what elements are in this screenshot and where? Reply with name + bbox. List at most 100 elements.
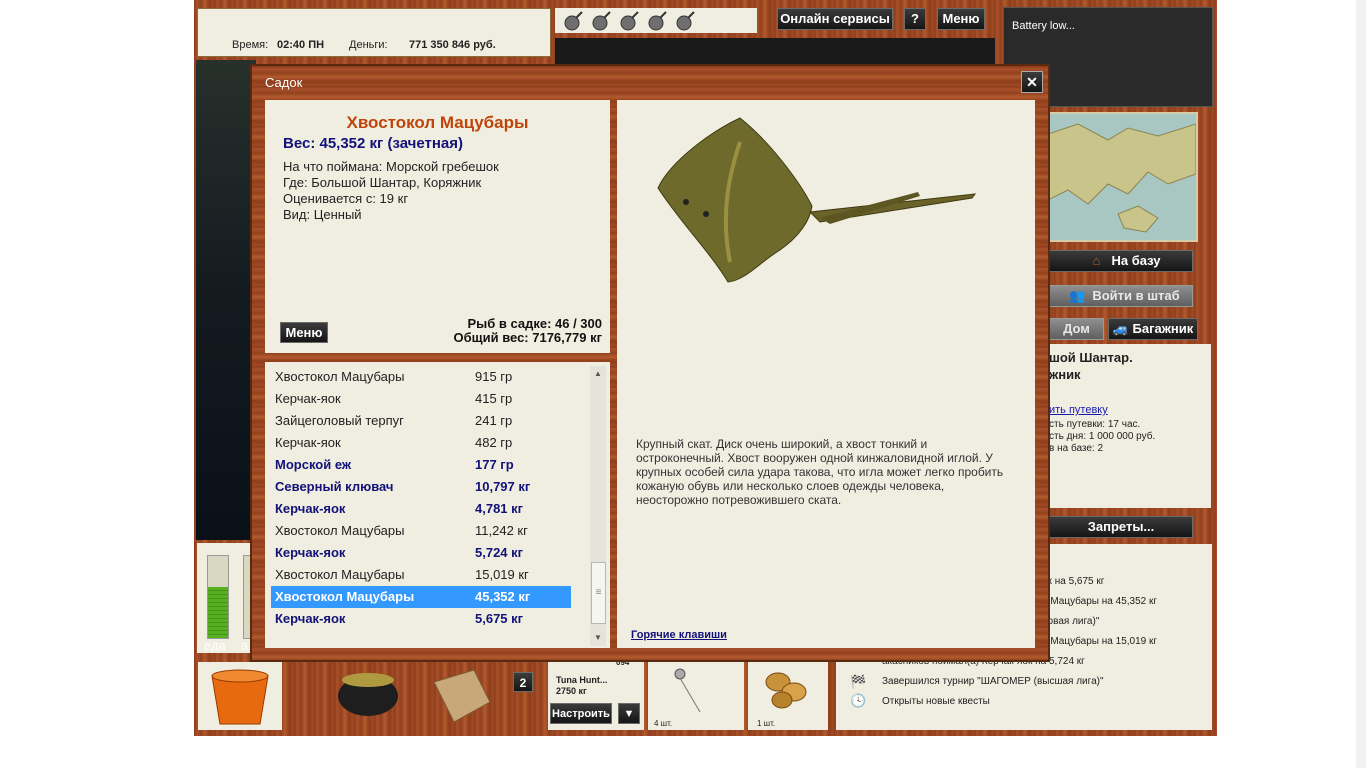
bans-button[interactable]: Запреты... [1049, 516, 1193, 538]
fish-list-row[interactable]: Хвостокол Мацубары 45,352 кг [271, 586, 571, 608]
fish-row-name: Керчак-яок [275, 435, 341, 450]
scroll-up-button[interactable]: ▲ [590, 366, 606, 382]
scroll-thumb[interactable]: ≡ [591, 562, 606, 624]
fish-row-weight: 915 гр [475, 369, 513, 384]
configure-button[interactable]: Настроить [550, 703, 612, 724]
event-log-row: а Мацубары на 15,019 кг [1042, 636, 1158, 647]
map-image [1047, 114, 1197, 240]
food-meter [207, 555, 229, 639]
car-icon: 🚙 [1112, 321, 1129, 336]
trip-line1: сть путевки: 17 час. [1049, 419, 1141, 430]
map[interactable] [1046, 112, 1198, 242]
fish-list-row[interactable]: Морской еж 177 гр [271, 454, 571, 476]
trip-line3: в на базе: 2 [1049, 443, 1104, 454]
money-value: 771 350 846 руб. [409, 39, 496, 51]
fish-row-name: Керчак-яок [275, 545, 346, 560]
trip-line2: сть дня: 1 000 000 руб. [1049, 431, 1156, 442]
people-icon: 👥 [1069, 288, 1086, 303]
scene-view[interactable] [196, 60, 256, 540]
fish-weight: Вес: 45,352 кг (зачетная) [283, 135, 464, 152]
fish-list-row[interactable]: Хвостокол Мацубары 915 гр [271, 366, 571, 388]
trunk-tab[interactable]: 🚙 Багажник [1108, 318, 1198, 340]
event-log-row: Открыты новые квесты [882, 696, 990, 707]
fish-row-weight: 177 гр [475, 457, 514, 472]
fish-list-row[interactable]: Зайцеголовый терпуг 241 гр [271, 410, 571, 432]
rod-weight: 2750 кг [556, 686, 587, 696]
keepnet-icon [433, 669, 491, 723]
menu-button[interactable]: Меню [937, 8, 985, 30]
clock-icon: 🕓 [850, 693, 867, 708]
cauldron-icon [338, 673, 398, 716]
fish-list: Хвостокол Мацубары 915 гр Керчак-яок 415 гр… [265, 366, 610, 638]
fish-row-name: Зайцеголовый терпуг [275, 413, 404, 428]
bucket-slot[interactable] [198, 662, 282, 730]
online-services-button[interactable]: Онлайн сервисы [777, 8, 893, 30]
fish-list-row[interactable]: Керчак-яок 415 гр [271, 388, 571, 410]
fish-location: Где: Большой Шантар, Коряжник [283, 175, 482, 190]
configure-dropdown-button[interactable]: ▼ [618, 703, 640, 724]
to-base-button[interactable]: ⌂ На базу [1049, 250, 1193, 272]
fish-row-name: Керчак-яок [275, 611, 346, 626]
lure-icon [674, 668, 701, 713]
location-line2: жник [1049, 367, 1081, 382]
bait-qty: 1 шт. [757, 719, 776, 728]
food-label-2: а [241, 638, 249, 653]
fish-rated-from: Оценивается с: 19 кг [283, 191, 409, 206]
slot-count-badge: 2 [513, 672, 533, 692]
fish-title: Хвостокол Мацубары [346, 113, 529, 132]
fish-row-weight: 15,019 кг [475, 567, 529, 582]
close-button[interactable]: ✕ [1021, 71, 1043, 93]
hotkeys-link[interactable]: Горячие клавиши [631, 629, 727, 641]
fish-row-weight: 241 гр [475, 413, 513, 428]
stingray-image [657, 117, 977, 283]
fish-list-row[interactable]: Хвостокол Мацубары 11,242 кг [271, 520, 571, 542]
house-icon: ⌂ [1092, 253, 1101, 268]
fish-row-weight: 45,352 кг [475, 589, 531, 604]
keepnet-slot[interactable] [424, 662, 496, 728]
fish-list-row[interactable]: Керчак-яок 5,675 кг [271, 608, 571, 630]
event-log-row: ервая лига)" [1042, 616, 1100, 627]
event-log-row: Завершился турнир "ШАГОМЕР (высшая лига)… [882, 676, 1104, 687]
list-scrollbar[interactable]: ▲ ≡ ▼ [590, 366, 606, 646]
fish-list-row[interactable]: Керчак-яок 482 гр [271, 432, 571, 454]
food-meter-fill [208, 587, 228, 638]
food-label: еда [204, 638, 226, 653]
fish-list-row[interactable]: Хвостокол Мацубары 15,019 кг [271, 564, 571, 586]
lure-qty: 4 шт. [654, 719, 673, 728]
fish-list-row[interactable]: Северный клювач 10,797 кг [271, 476, 571, 498]
fish-count: Рыб в садке: 46 / 300 [467, 316, 602, 331]
fish-bait: На что поймана: Морской гребешок [283, 159, 499, 174]
rod-name: Tuna Hunt... [556, 675, 608, 685]
fish-row-name: Хвостокол Мацубары [275, 523, 405, 538]
page-scrollbar[interactable] [1356, 0, 1366, 768]
fish-row-weight: 482 гр [475, 435, 513, 450]
bucket-icon [211, 669, 269, 725]
checkered-flag-icon: 🏁 [850, 674, 867, 689]
fish-kind: Вид: Ценный [283, 207, 362, 222]
fish-total-weight: Общий вес: 7176,779 кг [453, 330, 602, 345]
cauldron-slot[interactable] [330, 660, 406, 720]
reel-icon [564, 11, 695, 31]
time-value: 02:40 ПН [277, 39, 325, 51]
help-button[interactable]: ? [904, 8, 926, 30]
buy-trip-link[interactable]: ить путевку [1049, 404, 1108, 416]
location-line1: шой Шантар. [1049, 350, 1133, 365]
fish-row-weight: 4,781 кг [475, 501, 524, 516]
dark-strip [555, 38, 995, 64]
scroll-down-button[interactable]: ▼ [590, 630, 606, 646]
time-label: Время: [232, 39, 269, 51]
fish-row-weight: 415 гр [475, 391, 513, 406]
fish-row-name: Керчак-яок [275, 501, 346, 516]
fish-list-row[interactable]: Керчак-яок 5,724 кг [271, 542, 571, 564]
fish-row-weight: 11,242 кг [475, 523, 528, 538]
fish-row-name: Морской еж [275, 457, 352, 472]
fish-row-name: Северный клювач [275, 479, 394, 494]
dialog-menu-button[interactable]: Меню [280, 322, 328, 343]
fish-list-row[interactable]: Керчак-яок 4,781 кг [271, 498, 571, 520]
enter-hq-button[interactable]: 👥 Войти в штаб [1049, 285, 1193, 307]
fish-row-weight: 10,797 кг [475, 479, 531, 494]
close-icon: ✕ [1026, 74, 1038, 90]
home-tab[interactable]: Дом [1049, 318, 1104, 340]
fish-row-weight: 5,724 кг [475, 545, 524, 560]
bait-icon [765, 672, 807, 709]
